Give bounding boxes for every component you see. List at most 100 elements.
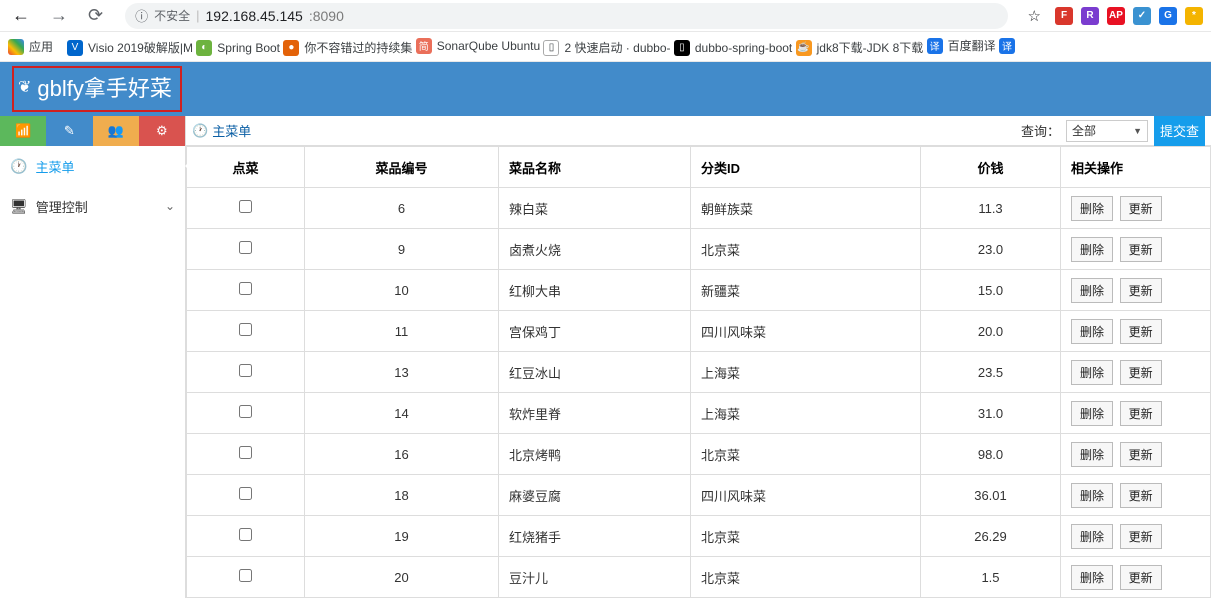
filter-select[interactable]: 全部 ▼ bbox=[1066, 120, 1148, 142]
breadcrumb-link[interactable]: 主菜单 bbox=[212, 121, 251, 140]
extension-icon[interactable]: AP bbox=[1107, 7, 1125, 25]
info-icon[interactable]: ⓘ bbox=[135, 6, 148, 25]
extension-icon[interactable]: ✓ bbox=[1133, 7, 1151, 25]
update-button[interactable]: 更新 bbox=[1120, 360, 1162, 385]
bookmark-label: jdk8下载-JDK 8下载 bbox=[817, 39, 924, 56]
apps-icon bbox=[8, 39, 24, 55]
users-icon: 👥 bbox=[108, 123, 124, 139]
cell-price: 15.0 bbox=[921, 270, 1061, 311]
url-host: 192.168.45.145 bbox=[206, 8, 303, 24]
bookmark-star-icon[interactable]: ☆ bbox=[1026, 7, 1043, 25]
delete-button[interactable]: 删除 bbox=[1071, 565, 1113, 590]
submit-button[interactable]: 提交查 bbox=[1154, 116, 1205, 146]
delete-button[interactable]: 删除 bbox=[1071, 442, 1113, 467]
sidebar-item-label: 管理控制 bbox=[36, 197, 88, 216]
cell-ops: 删除 更新 bbox=[1061, 393, 1211, 434]
dashboard-small-icon: 🕐 bbox=[192, 123, 208, 139]
chevron-down-icon: ▼ bbox=[1133, 126, 1142, 136]
cell-ops: 删除 更新 bbox=[1061, 516, 1211, 557]
bookmark-label: 百度翻译 bbox=[948, 37, 996, 54]
bookmark-item[interactable]: ◐Spring Boot bbox=[196, 40, 280, 56]
row-checkbox[interactable] bbox=[239, 569, 252, 582]
table-row: 20 豆汁儿 北京菜 1.5 删除 更新 bbox=[187, 557, 1211, 598]
extensions: FR AP ✓ G * bbox=[1055, 7, 1203, 25]
search-group: 查询： 全部 ▼ 提交查 bbox=[1021, 116, 1205, 146]
active-arrow-icon bbox=[185, 160, 191, 172]
row-checkbox[interactable] bbox=[239, 323, 252, 336]
delete-button[interactable]: 删除 bbox=[1071, 319, 1113, 344]
row-checkbox[interactable] bbox=[239, 282, 252, 295]
delete-button[interactable]: 删除 bbox=[1071, 483, 1113, 508]
brand-highlight: ❦ gblfy拿手好菜 bbox=[12, 66, 182, 112]
update-button[interactable]: 更新 bbox=[1120, 483, 1162, 508]
table-row: 19 红烧猪手 北京菜 26.29 删除 更新 bbox=[187, 516, 1211, 557]
row-checkbox[interactable] bbox=[239, 241, 252, 254]
delete-button[interactable]: 删除 bbox=[1071, 278, 1113, 303]
extension-icon[interactable]: G bbox=[1159, 7, 1177, 25]
table-row: 6 辣白菜 朝鲜族菜 11.3 删除 更新 bbox=[187, 188, 1211, 229]
update-button[interactable]: 更新 bbox=[1120, 319, 1162, 344]
row-checkbox[interactable] bbox=[239, 487, 252, 500]
quick-btn-settings[interactable]: ⚙ bbox=[139, 116, 185, 146]
row-checkbox[interactable] bbox=[239, 364, 252, 377]
cell-id: 9 bbox=[305, 229, 499, 270]
bookmark-item[interactable]: ☕jdk8下载-JDK 8下载 bbox=[796, 39, 924, 56]
delete-button[interactable]: 删除 bbox=[1071, 401, 1113, 426]
cell-name: 卤煮火烧 bbox=[499, 229, 691, 270]
bookmark-item[interactable]: 译百度翻译 bbox=[927, 37, 996, 54]
favicon: ◐ bbox=[196, 40, 212, 56]
quick-btn-edit[interactable]: ✎ bbox=[46, 116, 92, 146]
cell-category: 朝鲜族菜 bbox=[691, 188, 921, 229]
quick-btn-users[interactable]: 👥 bbox=[93, 116, 139, 146]
sidebar-item-mgmt[interactable]: 🖥 管理控制 ⌄ bbox=[0, 186, 185, 226]
row-checkbox[interactable] bbox=[239, 446, 252, 459]
bookmark-label: 2 快速启动 · dubbo- bbox=[564, 39, 670, 56]
sidebar-item-main-menu[interactable]: 🕐 主菜单 bbox=[0, 146, 185, 186]
cell-ops: 删除 更新 bbox=[1061, 188, 1211, 229]
col-price: 价钱 bbox=[921, 147, 1061, 188]
delete-button[interactable]: 删除 bbox=[1071, 196, 1113, 221]
cell-id: 6 bbox=[305, 188, 499, 229]
main-area: 📶 ✎ 👥 ⚙ 🕐 主菜单 🖥 管理控制 ⌄ 🕐 主菜单 查询： 全部 ▼ bbox=[0, 116, 1211, 598]
delete-button[interactable]: 删除 bbox=[1071, 524, 1113, 549]
row-checkbox[interactable] bbox=[239, 528, 252, 541]
extension-icon[interactable]: F bbox=[1055, 7, 1073, 25]
cell-name: 红烧猪手 bbox=[499, 516, 691, 557]
update-button[interactable]: 更新 bbox=[1120, 442, 1162, 467]
leaf-icon: ❦ bbox=[18, 77, 31, 97]
bookmark-item[interactable]: ▯ 2 快速启动 · dubbo- bbox=[543, 39, 670, 56]
bookmark-item[interactable]: ▯dubbo-spring-boot bbox=[674, 40, 792, 56]
cell-id: 10 bbox=[305, 270, 499, 311]
quick-btn-chart[interactable]: 📶 bbox=[0, 116, 46, 146]
table-row: 16 北京烤鸭 北京菜 98.0 删除 更新 bbox=[187, 434, 1211, 475]
bookmark-item[interactable]: 译 bbox=[999, 38, 1020, 54]
bookmark-item[interactable]: 简SonarQube Ubuntu bbox=[416, 38, 540, 54]
bookmark-item[interactable]: ●你不容错过的持续集 bbox=[283, 39, 412, 56]
forward-button[interactable]: → bbox=[46, 3, 72, 28]
back-button[interactable]: ← bbox=[8, 3, 34, 28]
cell-ops: 删除 更新 bbox=[1061, 475, 1211, 516]
favicon: ▯ bbox=[543, 40, 559, 56]
col-cat: 分类ID bbox=[691, 147, 921, 188]
row-checkbox[interactable] bbox=[239, 405, 252, 418]
update-button[interactable]: 更新 bbox=[1120, 524, 1162, 549]
cell-ops: 删除 更新 bbox=[1061, 434, 1211, 475]
address-bar[interactable]: ⓘ 不安全 | 192.168.45.145:8090 bbox=[125, 3, 1007, 29]
sidebar: 📶 ✎ 👥 ⚙ 🕐 主菜单 🖥 管理控制 ⌄ bbox=[0, 116, 186, 598]
extension-icon[interactable]: * bbox=[1185, 7, 1203, 25]
col-check: 点菜 bbox=[187, 147, 305, 188]
delete-button[interactable]: 删除 bbox=[1071, 360, 1113, 385]
row-checkbox[interactable] bbox=[239, 200, 252, 213]
update-button[interactable]: 更新 bbox=[1120, 401, 1162, 426]
cell-category: 新疆菜 bbox=[691, 270, 921, 311]
delete-button[interactable]: 删除 bbox=[1071, 237, 1113, 262]
update-button[interactable]: 更新 bbox=[1120, 196, 1162, 221]
update-button[interactable]: 更新 bbox=[1120, 565, 1162, 590]
extension-icon[interactable]: R bbox=[1081, 7, 1099, 25]
update-button[interactable]: 更新 bbox=[1120, 278, 1162, 303]
table-row: 18 麻婆豆腐 四川风味菜 36.01 删除 更新 bbox=[187, 475, 1211, 516]
apps-button[interactable]: 应用 bbox=[8, 38, 53, 55]
reload-button[interactable]: ⟳ bbox=[84, 3, 107, 28]
update-button[interactable]: 更新 bbox=[1120, 237, 1162, 262]
bookmark-item[interactable]: VVisio 2019破解版|M bbox=[67, 39, 193, 56]
